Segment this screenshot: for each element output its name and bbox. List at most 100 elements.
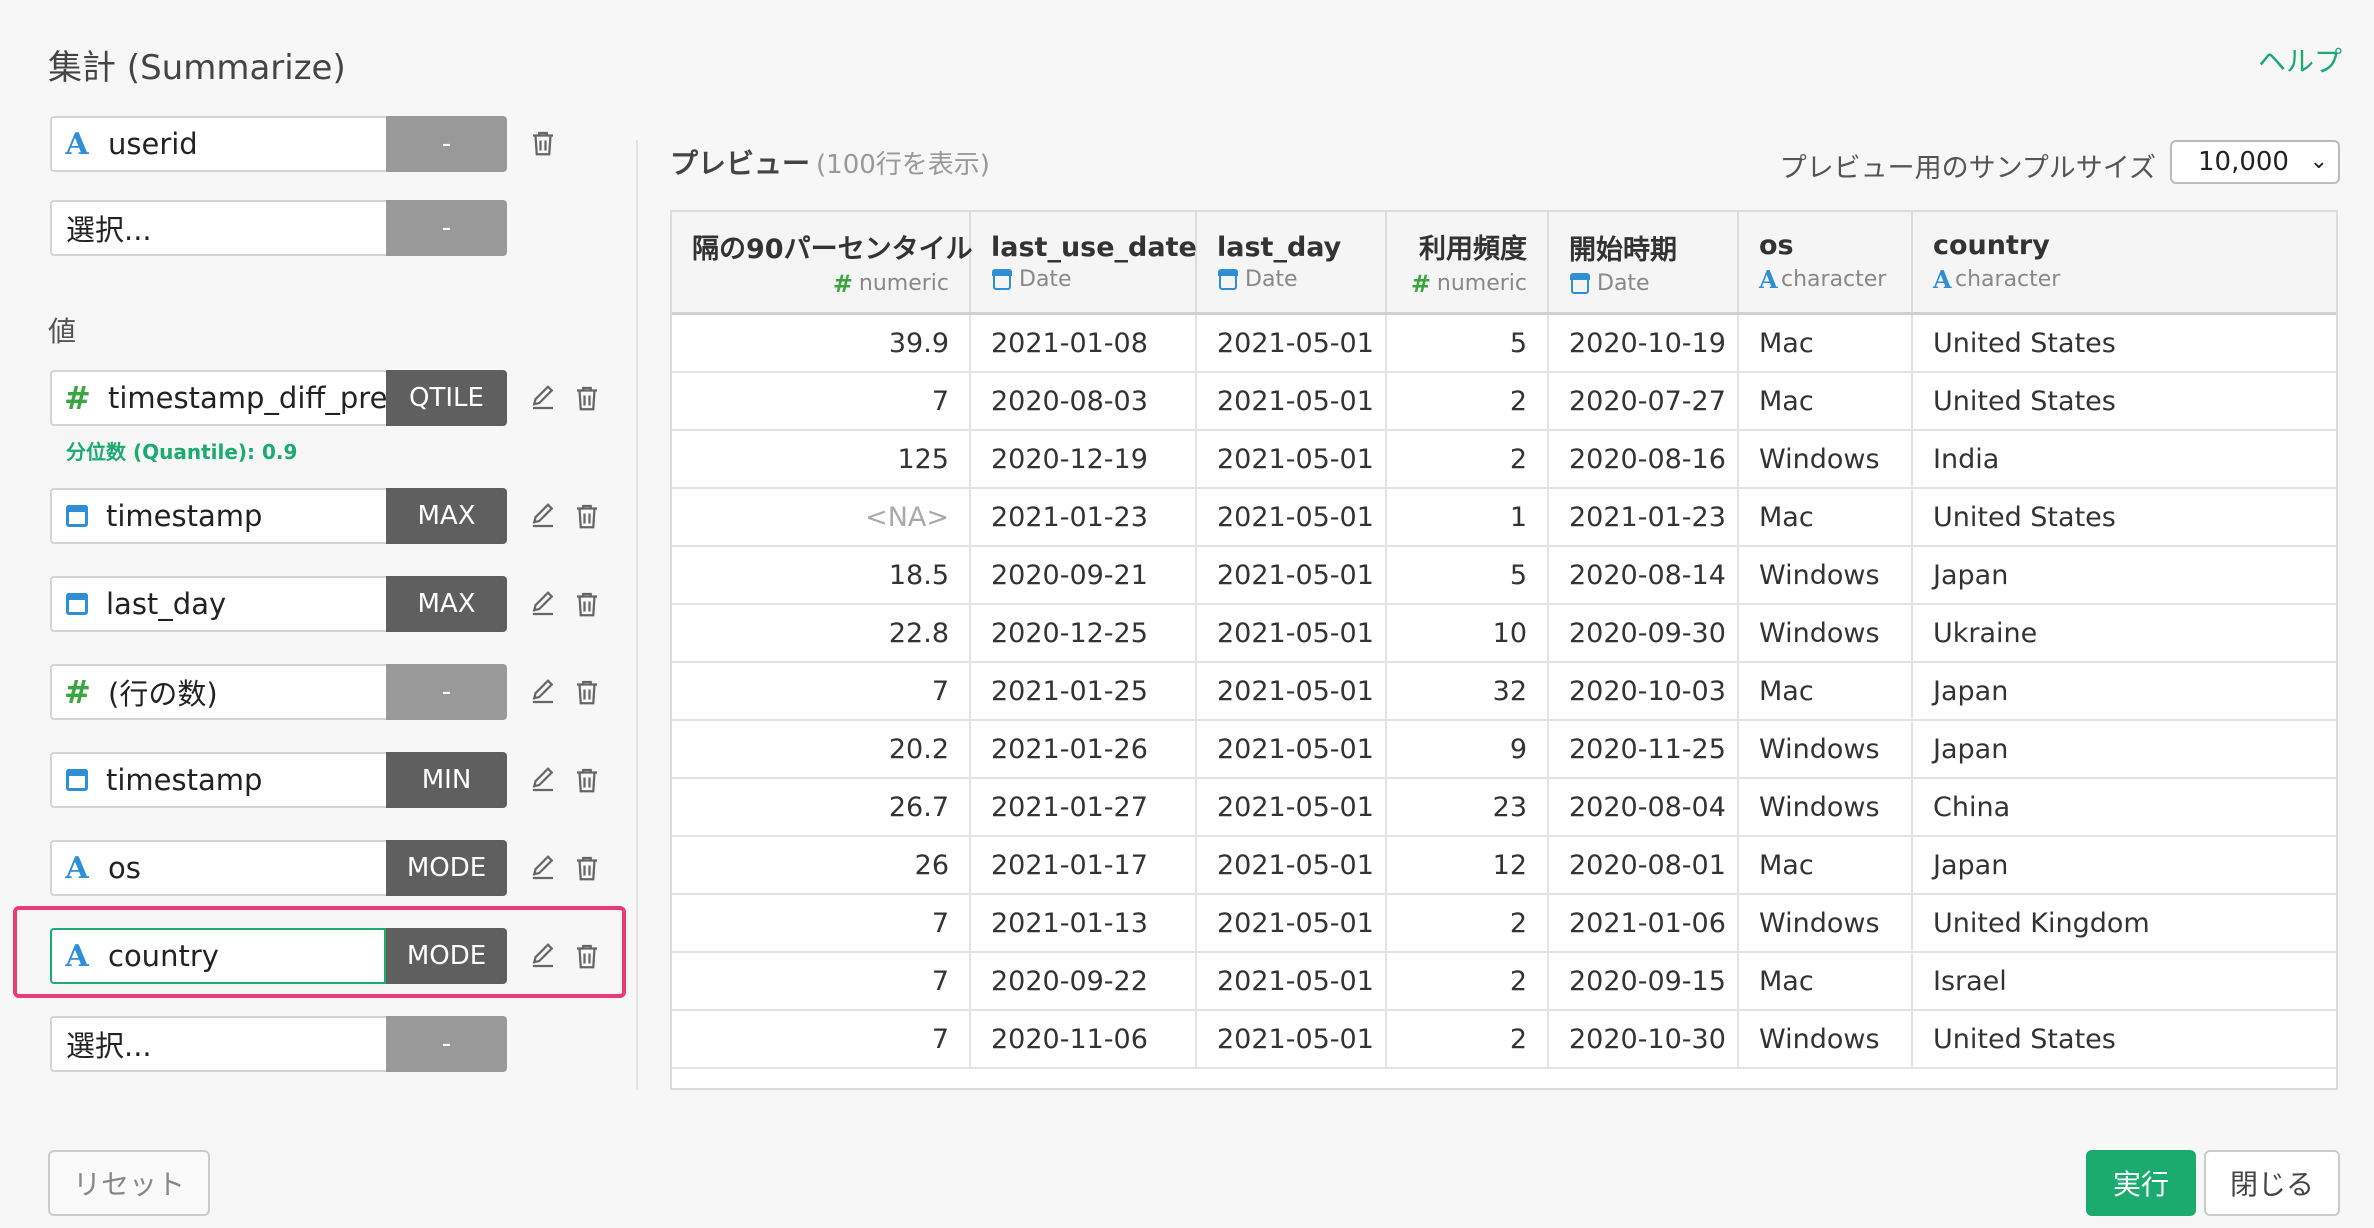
- column-header[interactable]: 開始時期 Date: [1548, 212, 1739, 315]
- table-cell[interactable]: 2021-05-01: [1196, 662, 1387, 721]
- value-column-select[interactable]: last_day: [50, 576, 386, 632]
- table-cell[interactable]: 2020-09-30: [1548, 604, 1739, 663]
- table-cell[interactable]: Mac: [1738, 313, 1913, 373]
- table-cell[interactable]: 39.9: [672, 313, 971, 373]
- aggregate-function-button[interactable]: -: [386, 664, 507, 720]
- table-cell[interactable]: United States: [1912, 488, 2336, 547]
- value-column-select[interactable]: # (行の数): [50, 664, 386, 720]
- table-cell[interactable]: 2021-01-27: [970, 778, 1197, 837]
- table-cell[interactable]: 2021-05-01: [1196, 952, 1387, 1011]
- table-cell[interactable]: 2020-12-19: [970, 430, 1197, 489]
- table-cell[interactable]: 5: [1386, 546, 1549, 605]
- table-cell[interactable]: 9: [1386, 720, 1549, 779]
- table-cell[interactable]: 2021-01-13: [970, 894, 1197, 953]
- table-cell[interactable]: 2020-10-03: [1548, 662, 1739, 721]
- aggregate-function-button[interactable]: MAX: [386, 576, 507, 632]
- edit-icon[interactable]: [528, 765, 558, 795]
- edit-icon[interactable]: [528, 589, 558, 619]
- preview-table[interactable]: 隔の90パーセンタイル # numeric last_use_date Date …: [670, 210, 2338, 1090]
- edit-icon[interactable]: [528, 383, 558, 413]
- trash-icon[interactable]: [528, 128, 558, 158]
- edit-icon[interactable]: [528, 941, 558, 971]
- table-cell[interactable]: United States: [1912, 1010, 2336, 1069]
- group-column-select-empty[interactable]: 選択...: [50, 200, 386, 256]
- reset-button[interactable]: リセット: [48, 1150, 210, 1216]
- column-header[interactable]: last_use_date Date: [970, 212, 1197, 315]
- table-cell[interactable]: 7: [672, 894, 971, 953]
- table-cell[interactable]: Mac: [1738, 488, 1913, 547]
- table-cell[interactable]: Windows: [1738, 604, 1913, 663]
- table-cell[interactable]: 2021-05-01: [1196, 488, 1387, 547]
- table-cell[interactable]: 5: [1386, 313, 1549, 373]
- table-cell[interactable]: Israel: [1912, 952, 2336, 1011]
- table-cell[interactable]: 2020-09-21: [970, 546, 1197, 605]
- table-cell[interactable]: 2021-01-25: [970, 662, 1197, 721]
- table-cell[interactable]: 7: [672, 372, 971, 431]
- run-button[interactable]: 実行: [2086, 1150, 2196, 1216]
- aggregate-function-button-empty[interactable]: -: [386, 1016, 507, 1072]
- table-cell[interactable]: 2020-08-04: [1548, 778, 1739, 837]
- value-column-select[interactable]: timestamp: [50, 752, 386, 808]
- table-cell[interactable]: Windows: [1738, 546, 1913, 605]
- table-cell[interactable]: United States: [1912, 372, 2336, 431]
- table-cell[interactable]: Japan: [1912, 546, 2336, 605]
- table-cell[interactable]: 2021-01-08: [970, 313, 1197, 373]
- table-cell[interactable]: Windows: [1738, 1010, 1913, 1069]
- table-cell[interactable]: 18.5: [672, 546, 971, 605]
- table-cell[interactable]: 2020-10-30: [1548, 1010, 1739, 1069]
- trash-icon[interactable]: [572, 853, 602, 883]
- sample-size-select[interactable]: 10,000 ⌄: [2170, 140, 2340, 184]
- close-button[interactable]: 閉じる: [2204, 1150, 2340, 1216]
- table-cell[interactable]: 2021-05-01: [1196, 546, 1387, 605]
- table-cell[interactable]: 2: [1386, 1010, 1549, 1069]
- trash-icon[interactable]: [572, 765, 602, 795]
- table-cell[interactable]: <NA>: [672, 488, 971, 547]
- table-cell[interactable]: Mac: [1738, 952, 1913, 1011]
- table-cell[interactable]: 2020-10-19: [1548, 313, 1739, 373]
- table-cell[interactable]: Mac: [1738, 372, 1913, 431]
- table-cell[interactable]: 2021-01-23: [1548, 488, 1739, 547]
- trash-icon[interactable]: [572, 941, 602, 971]
- help-link[interactable]: ヘルプ: [2258, 40, 2342, 80]
- table-cell[interactable]: United States: [1912, 313, 2336, 373]
- table-cell[interactable]: 23: [1386, 778, 1549, 837]
- table-cell[interactable]: Windows: [1738, 894, 1913, 953]
- table-cell[interactable]: 2021-05-01: [1196, 372, 1387, 431]
- column-header[interactable]: country Acharacter: [1912, 212, 2336, 315]
- table-cell[interactable]: 2021-01-06: [1548, 894, 1739, 953]
- table-cell[interactable]: 2021-01-26: [970, 720, 1197, 779]
- table-cell[interactable]: Japan: [1912, 720, 2336, 779]
- table-cell[interactable]: Windows: [1738, 778, 1913, 837]
- table-cell[interactable]: 12: [1386, 836, 1549, 895]
- table-cell[interactable]: 2021-05-01: [1196, 313, 1387, 373]
- edit-icon[interactable]: [528, 501, 558, 531]
- table-cell[interactable]: 2021-01-17: [970, 836, 1197, 895]
- value-column-select[interactable]: timestamp: [50, 488, 386, 544]
- trash-icon[interactable]: [572, 589, 602, 619]
- table-cell[interactable]: 32: [1386, 662, 1549, 721]
- table-cell[interactable]: Japan: [1912, 836, 2336, 895]
- table-cell[interactable]: 2020-09-22: [970, 952, 1197, 1011]
- value-column-select[interactable]: # timestamp_diff_prev: [50, 370, 386, 426]
- table-cell[interactable]: 2020-08-01: [1548, 836, 1739, 895]
- table-cell[interactable]: 125: [672, 430, 971, 489]
- table-cell[interactable]: India: [1912, 430, 2336, 489]
- table-cell[interactable]: 2020-08-16: [1548, 430, 1739, 489]
- table-cell[interactable]: United Kingdom: [1912, 894, 2336, 953]
- value-column-select[interactable]: A os: [50, 840, 386, 896]
- table-cell[interactable]: Japan: [1912, 662, 2336, 721]
- table-cell[interactable]: 10: [1386, 604, 1549, 663]
- table-cell[interactable]: 2021-05-01: [1196, 604, 1387, 663]
- table-cell[interactable]: 26: [672, 836, 971, 895]
- table-cell[interactable]: 2021-05-01: [1196, 894, 1387, 953]
- table-cell[interactable]: Mac: [1738, 836, 1913, 895]
- table-cell[interactable]: 2021-05-01: [1196, 778, 1387, 837]
- table-cell[interactable]: 2: [1386, 894, 1549, 953]
- table-cell[interactable]: Ukraine: [1912, 604, 2336, 663]
- table-cell[interactable]: 2: [1386, 430, 1549, 489]
- aggregate-function-button[interactable]: MAX: [386, 488, 507, 544]
- group-function-button[interactable]: -: [386, 116, 507, 172]
- table-cell[interactable]: 2021-05-01: [1196, 1010, 1387, 1069]
- table-cell[interactable]: 2: [1386, 952, 1549, 1011]
- column-header[interactable]: last_day Date: [1196, 212, 1387, 315]
